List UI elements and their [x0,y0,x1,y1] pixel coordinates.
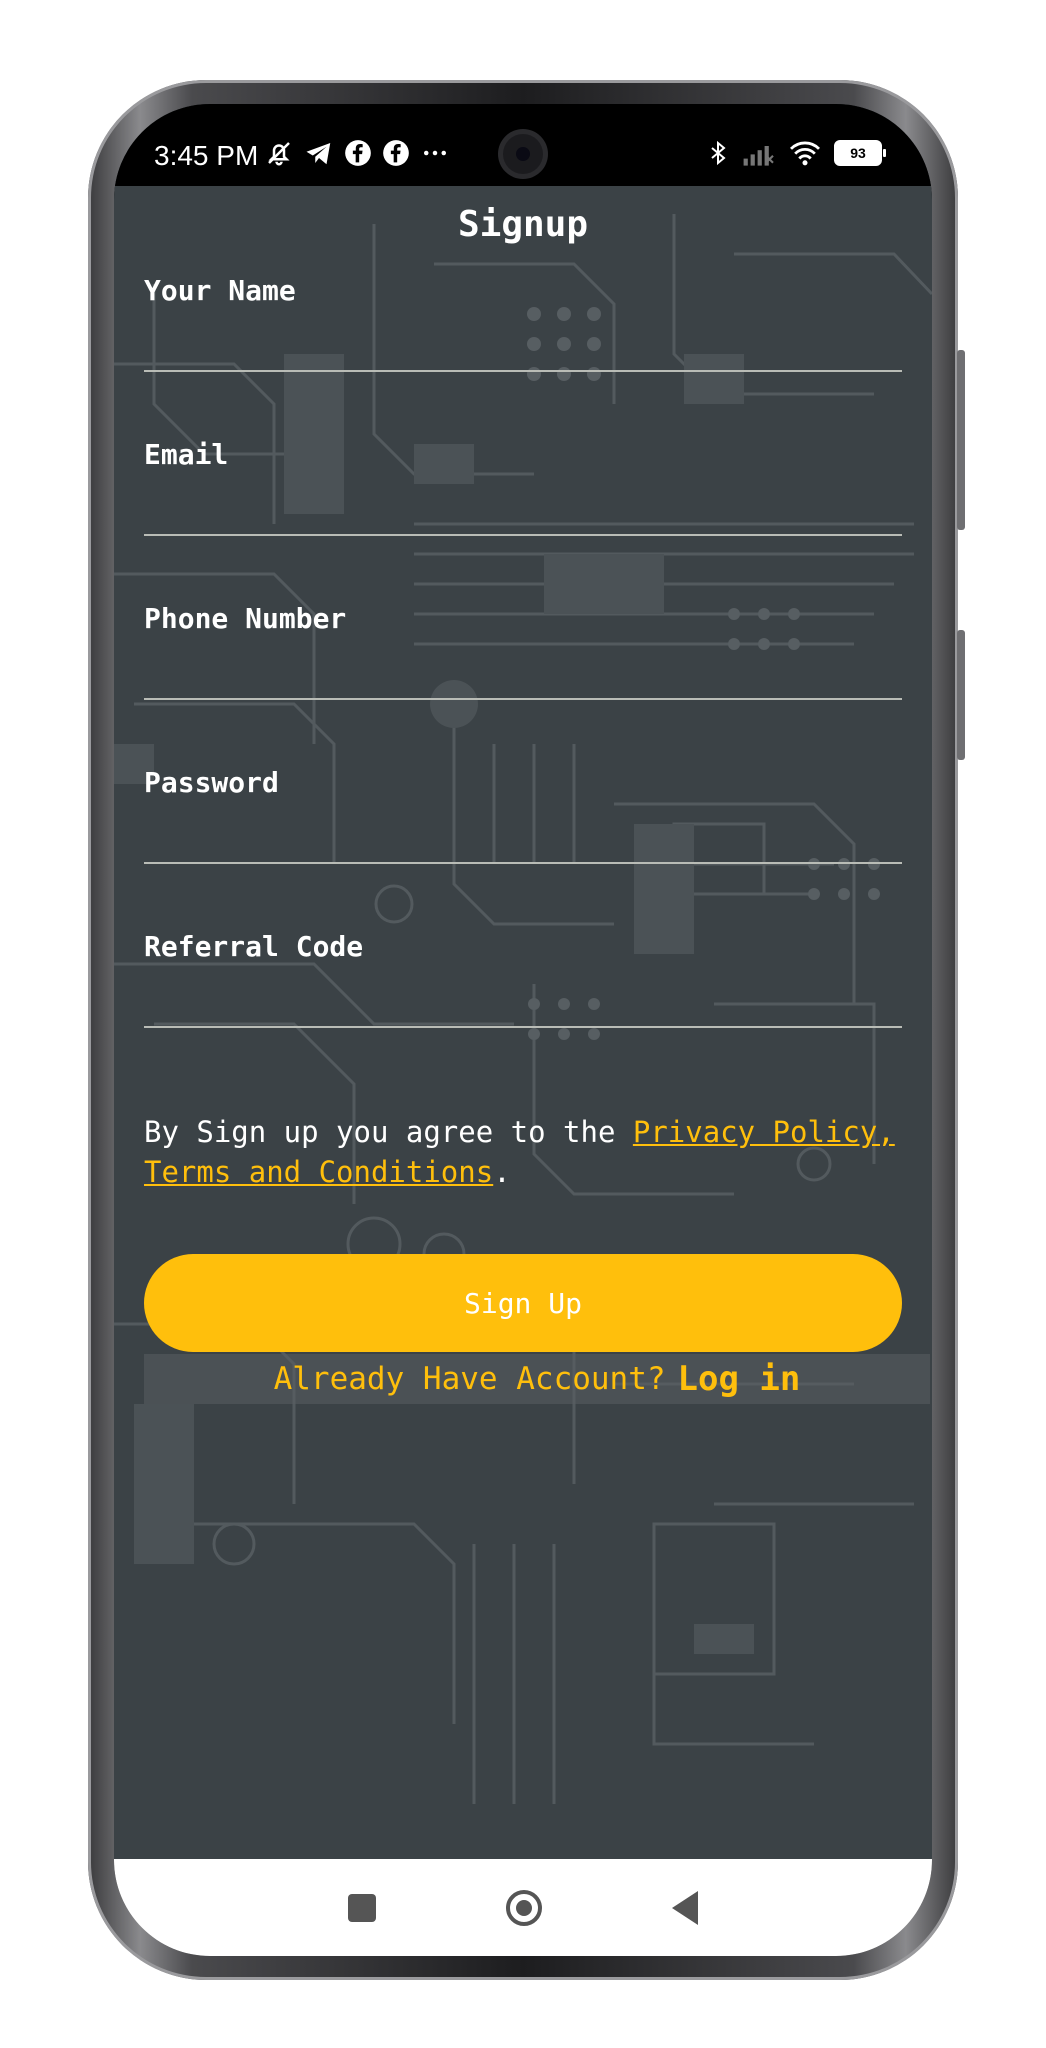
recents-square-icon[interactable] [348,1893,376,1922]
password-label: Password [144,766,279,799]
system-icons: 93 [706,138,886,168]
signal-icon [743,146,774,166]
email-input[interactable] [144,488,902,532]
navigation-bar [114,1859,932,1956]
email-underline [144,534,902,536]
phone-frame: Signup Your Name Email Phone Number Pass… [88,80,965,1980]
signup-screen: Signup Your Name Email Phone Number Pass… [114,104,932,1859]
referral-code-input[interactable] [144,980,902,1024]
email-label: Email [144,438,229,471]
power-button [957,630,965,760]
notification-icons [264,138,450,168]
your-name-input[interactable] [144,324,902,368]
terms-conditions-link[interactable]: Terms and Conditions [144,1155,493,1189]
referral-code-label: Referral Code [144,930,364,963]
your-name-label: Your Name [144,274,296,307]
referral-code-field[interactable]: Referral Code [144,930,902,1050]
home-circle-icon[interactable] [506,1889,542,1926]
already-have-account-text: Already Have Account? [273,1361,666,1397]
your-name-field[interactable]: Your Name [144,274,902,394]
back-triangle-icon[interactable] [672,1890,698,1925]
phone-number-underline [144,698,902,700]
terms-prefix: By Sign up you agree to the [144,1115,633,1149]
facebook-icon [345,140,371,166]
phone-number-input[interactable] [144,652,902,696]
bell-off-icon [268,142,290,166]
terms-text: By Sign up you agree to the Privacy Poli… [144,1112,914,1192]
password-input[interactable] [144,816,902,860]
volume-button [957,350,965,530]
phone-number-label: Phone Number [144,602,347,635]
bluetooth-icon [711,140,726,166]
facebook-icon [383,140,409,166]
page-title: Signup [457,204,589,245]
wifi-icon [790,141,820,166]
email-field[interactable]: Email [144,438,902,558]
status-bar: 3:45 PM 93 [114,104,932,186]
your-name-underline [144,370,902,372]
phone-number-field[interactable]: Phone Number [144,602,902,722]
battery-icon: 93 [834,140,886,166]
password-underline [144,862,902,864]
password-field[interactable]: Password [144,766,902,886]
log-in-link[interactable]: Log in [678,1359,801,1399]
privacy-policy-link[interactable]: Privacy Policy, [633,1115,895,1149]
phone-screen: Signup Your Name Email Phone Number Pass… [114,104,932,1956]
sign-up-button[interactable]: Sign Up [144,1254,902,1352]
referral-code-underline [144,1026,902,1028]
front-camera [503,134,543,174]
login-prompt: Already Have Account? Log in [144,1354,930,1404]
more-dots-icon [424,150,446,156]
telegram-icon [306,143,331,165]
status-time: 3:45 PM [154,140,259,171]
terms-suffix: . [493,1155,511,1189]
